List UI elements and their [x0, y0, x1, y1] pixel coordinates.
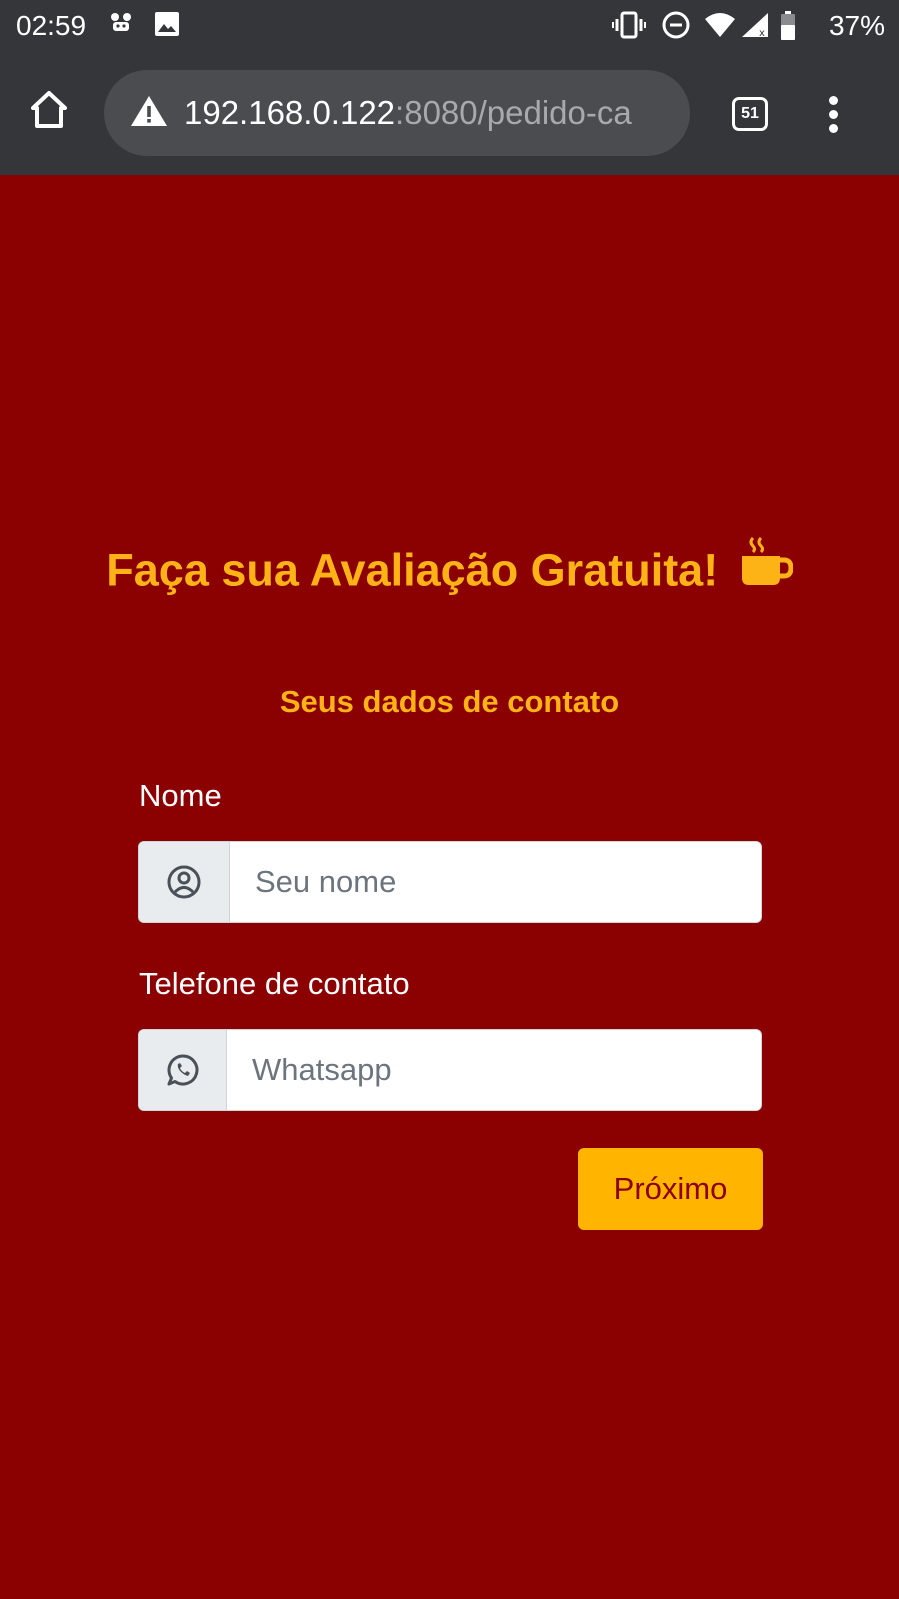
- address-bar[interactable]: 192.168.0.122:8080/pedido-ca: [104, 70, 690, 156]
- warning-icon[interactable]: [130, 94, 168, 133]
- phone-input[interactable]: [252, 1030, 742, 1110]
- image-icon: [154, 11, 180, 42]
- next-button[interactable]: Próximo: [578, 1148, 763, 1230]
- wifi-icon: [704, 11, 736, 44]
- url-path: :8080/pedido-ca: [395, 94, 632, 131]
- phone-input-group: [138, 1029, 762, 1111]
- vibrate-icon: [612, 11, 646, 44]
- page-title-text: Faça sua Avaliação Gratuita!: [106, 544, 719, 596]
- browser-toolbar: 192.168.0.122:8080/pedido-ca 51: [0, 52, 899, 175]
- more-vert-icon[interactable]: [826, 96, 840, 136]
- phone-addon: [139, 1030, 227, 1110]
- svg-text:x: x: [759, 28, 765, 39]
- page-title: Faça sua Avaliação Gratuita!: [0, 536, 899, 607]
- section-subtitle: Seus dados de contato: [279, 684, 620, 719]
- url-host: 192.168.0.122: [184, 94, 396, 131]
- notification-icon: [108, 11, 134, 42]
- battery-icon: [780, 11, 796, 46]
- coffee-icon: [739, 534, 794, 601]
- home-icon[interactable]: [28, 88, 78, 138]
- battery-percent: 37%: [828, 10, 885, 41]
- signal-icon: x: [740, 11, 770, 44]
- name-label: Nome: [139, 778, 222, 813]
- tabs-icon[interactable]: 51: [732, 97, 768, 131]
- name-input[interactable]: [255, 842, 745, 922]
- name-input-group: [138, 841, 762, 923]
- status-time: 02:59: [16, 10, 87, 41]
- name-addon: [139, 842, 230, 922]
- phone-label: Telefone de contato: [139, 966, 410, 1001]
- url-text[interactable]: 192.168.0.122:8080/pedido-ca: [184, 92, 684, 134]
- do-not-disturb-icon: [662, 11, 690, 44]
- status-bar: 02:59 x 37%: [0, 0, 899, 52]
- tab-count: 51: [741, 105, 759, 122]
